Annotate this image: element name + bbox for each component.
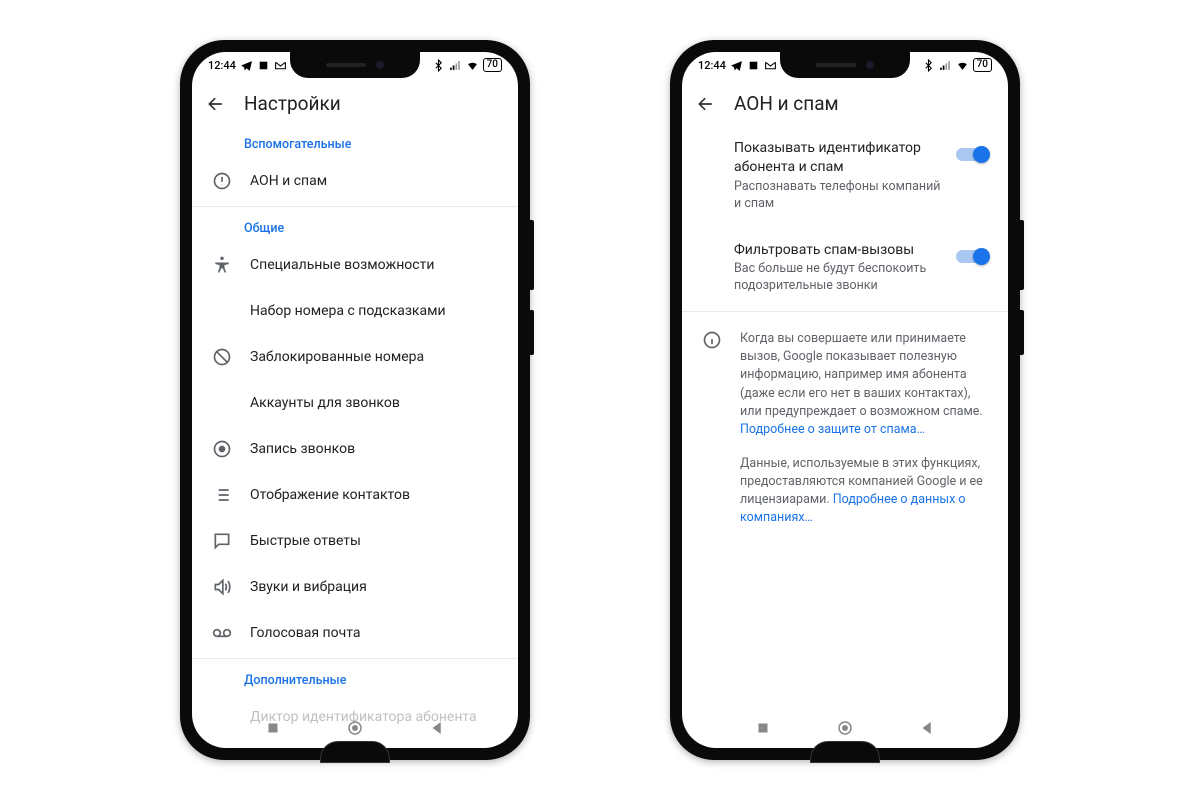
setting-title: Показывать идентификатор абонента и спам	[734, 139, 942, 177]
speaker-icon	[212, 577, 232, 597]
row-blocked[interactable]: Заблокированные номера	[192, 334, 518, 380]
setting-subtitle: Распознавать телефоны компаний и спам	[734, 179, 942, 213]
nav-bar	[192, 708, 518, 748]
chat-icon	[212, 531, 232, 551]
row-label: Аккаунты для звонков	[250, 395, 498, 411]
battery-icon: 70	[483, 58, 502, 72]
list-icon	[212, 485, 232, 505]
page-title: Настройки	[244, 92, 341, 115]
nav-home[interactable]	[836, 719, 854, 737]
notch	[780, 52, 910, 78]
setting-show-caller-id[interactable]: Показывать идентификатор абонента и спам…	[682, 125, 1008, 227]
bluetooth-icon	[922, 59, 935, 72]
wifi-icon	[956, 59, 969, 72]
record-icon	[212, 439, 232, 459]
setting-subtitle: Вас больше не будут беспокоить подозрите…	[734, 261, 942, 295]
alert-circle-icon	[212, 171, 232, 191]
nav-recents[interactable]	[264, 719, 282, 737]
row-label: Отображение контактов	[250, 487, 498, 503]
row-accessibility[interactable]: Специальные возможности	[192, 242, 518, 288]
row-label: АОН и спам	[250, 173, 498, 189]
row-accounts[interactable]: Аккаунты для звонков	[192, 380, 518, 426]
info-icon	[702, 330, 722, 350]
phone-mockup-left: 12:44 70 Настройки Вспомогательные	[180, 40, 530, 760]
page-title: АОН и спам	[734, 92, 839, 115]
screen-left: 12:44 70 Настройки Вспомогательные	[192, 52, 518, 748]
nav-back[interactable]	[428, 719, 446, 737]
divider	[192, 206, 518, 207]
section-header-general: Общие	[192, 209, 518, 242]
settings-list[interactable]: Вспомогательные АОН и спам Общие Специал…	[192, 125, 518, 748]
notch	[290, 52, 420, 78]
bluetooth-icon	[432, 59, 445, 72]
toggle-filter-spam[interactable]	[956, 247, 990, 265]
row-label: Запись звонков	[250, 441, 498, 457]
status-time: 12:44	[208, 59, 236, 72]
row-label: Специальные возможности	[250, 257, 498, 273]
divider	[682, 311, 1008, 312]
link-spam-protection[interactable]: Подробнее о защите от спама…	[740, 422, 925, 437]
wifi-icon	[466, 59, 479, 72]
section-header-assist: Вспомогательные	[192, 125, 518, 158]
row-record[interactable]: Запись звонков	[192, 426, 518, 472]
divider	[192, 658, 518, 659]
setting-filter-spam[interactable]: Фильтровать спам-вызовы Вас больше не бу…	[682, 227, 1008, 310]
row-voicemail[interactable]: Голосовая почта	[192, 610, 518, 656]
voicemail-icon	[212, 623, 232, 643]
square-icon	[257, 59, 270, 72]
row-label: Быстрые ответы	[250, 533, 498, 549]
row-quick-replies[interactable]: Быстрые ответы	[192, 518, 518, 564]
gmail-icon	[274, 59, 287, 72]
nav-bar	[682, 708, 1008, 748]
phone-mockup-right: 12:44 70 АОН и спам Показывать идентифи	[670, 40, 1020, 760]
info-text-1: Когда вы совершаете или принимаете вызов…	[740, 331, 983, 419]
row-label: Набор номера с подсказками	[250, 303, 498, 319]
setting-title: Фильтровать спам-вызовы	[734, 241, 942, 260]
row-display-contacts[interactable]: Отображение контактов	[192, 472, 518, 518]
nav-recents[interactable]	[754, 719, 772, 737]
row-dial-assist[interactable]: Набор номера с подсказками	[192, 288, 518, 334]
row-label: Заблокированные номера	[250, 349, 498, 365]
gmail-icon	[764, 59, 777, 72]
toggle-show-caller-id[interactable]	[956, 145, 990, 163]
telegram-icon	[240, 59, 253, 72]
info-paragraph-2: Данные, используемые в этих функциях, пр…	[682, 449, 1008, 528]
back-button[interactable]	[206, 94, 226, 114]
block-icon	[212, 347, 232, 367]
app-bar: АОН и спам	[682, 78, 1008, 125]
back-button[interactable]	[696, 94, 716, 114]
row-sound[interactable]: Звуки и вибрация	[192, 564, 518, 610]
row-label: Голосовая почта	[250, 625, 498, 641]
row-label: Звуки и вибрация	[250, 579, 498, 595]
signal-icon	[939, 59, 952, 72]
app-bar: Настройки	[192, 78, 518, 125]
accessibility-icon	[212, 255, 232, 275]
nav-home[interactable]	[346, 719, 364, 737]
info-paragraph-1: Когда вы совершаете или принимаете вызов…	[682, 314, 1008, 449]
screen-right: 12:44 70 АОН и спам Показывать идентифи	[682, 52, 1008, 748]
signal-icon	[449, 59, 462, 72]
square-icon	[747, 59, 760, 72]
aon-content[interactable]: Показывать идентификатор абонента и спам…	[682, 125, 1008, 748]
nav-back[interactable]	[918, 719, 936, 737]
row-aon-spam[interactable]: АОН и спам	[192, 158, 518, 204]
section-header-extra: Дополнительные	[192, 661, 518, 694]
battery-icon: 70	[973, 58, 992, 72]
telegram-icon	[730, 59, 743, 72]
status-time: 12:44	[698, 59, 726, 72]
